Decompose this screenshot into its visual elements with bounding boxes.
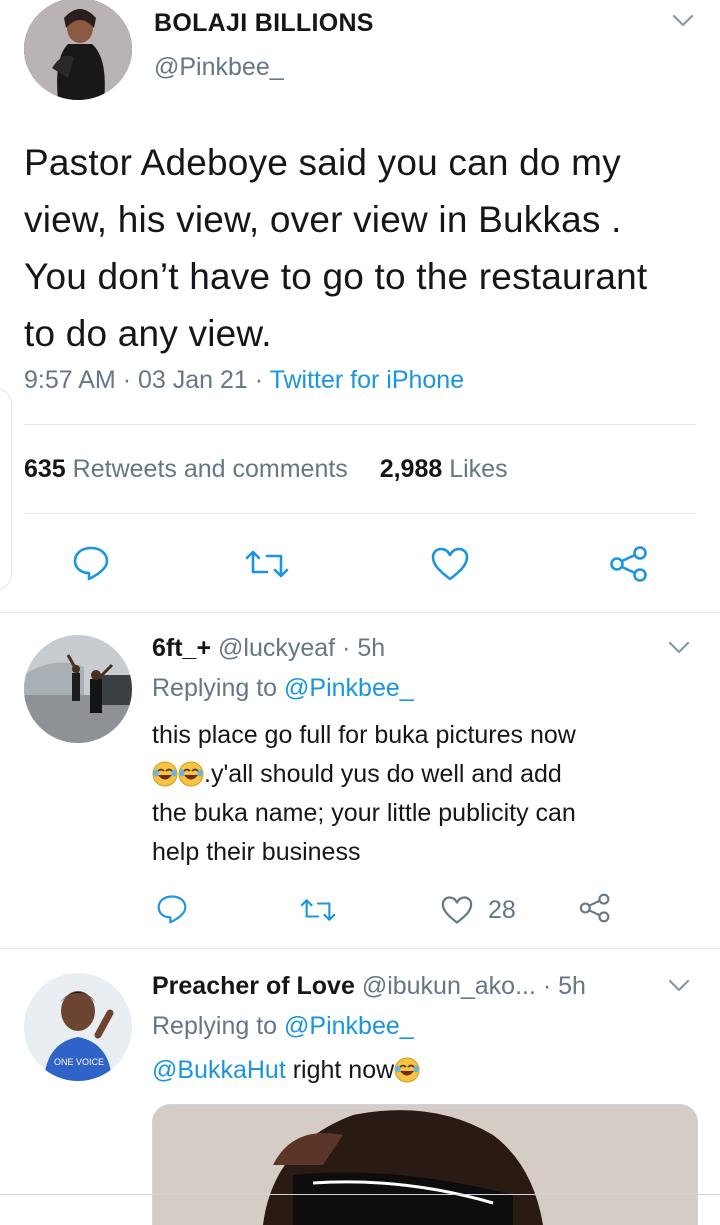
chevron-down-icon[interactable]	[672, 14, 694, 28]
reply-text-line: .y'all should yus do well and add	[152, 755, 692, 794]
reply-author-name[interactable]: Preacher of Love	[152, 972, 355, 1000]
reply-text-segment: right now	[285, 1056, 395, 1084]
reply-media-image[interactable]	[152, 1104, 698, 1225]
reply-header: Preacher of Love @ibukun_ako... · 5h	[152, 972, 586, 1001]
reply-text: @BukkaHut right now	[152, 1056, 420, 1085]
like-icon[interactable]	[440, 895, 474, 925]
likes-count[interactable]: 2,988	[380, 455, 443, 483]
divider	[24, 513, 696, 514]
replying-to: Replying to @Pinkbee_	[152, 1012, 414, 1041]
reply-mention[interactable]: @BukkaHut	[152, 1056, 286, 1084]
replying-to-prefix: Replying to	[152, 1012, 278, 1040]
share-icon[interactable]	[608, 545, 650, 583]
divider	[0, 612, 720, 613]
reply-text-line: this place go full for buka pictures now	[152, 721, 576, 749]
reply-text-segment: .y'all should yus do well and add	[204, 760, 562, 788]
reply-author-handle[interactable]: @ibukun_ako...	[362, 972, 536, 1000]
retweets-label[interactable]: Retweets and comments	[73, 455, 348, 483]
svg-text:ONE VOICE: ONE VOICE	[54, 1057, 104, 1067]
tweet-meta: 9:57 AM · 03 Jan 21 · Twitter for iPhone	[24, 366, 464, 395]
replying-to-handle[interactable]: @Pinkbee_	[284, 1012, 414, 1040]
reply-text: this place go full for buka pictures now…	[152, 716, 692, 872]
like-icon[interactable]	[430, 546, 470, 582]
reply-time: · 5h	[342, 634, 386, 662]
retweet-icon[interactable]	[300, 897, 336, 923]
chevron-down-icon[interactable]	[668, 979, 690, 993]
meta-separator: ·	[122, 366, 132, 394]
reply-author-handle[interactable]: @luckyeaf	[218, 634, 335, 662]
like-count: 28	[488, 896, 516, 924]
likes-label[interactable]: Likes	[449, 455, 507, 483]
tweet-text: Pastor Adeboye said you can do my view, …	[24, 142, 648, 354]
bottom-bar-divider	[0, 1194, 720, 1195]
reply-icon[interactable]	[156, 894, 188, 924]
tweet-stats: 635 Retweets and comments 2,988 Likes	[24, 455, 508, 484]
retweet-icon[interactable]	[245, 548, 289, 580]
author-handle[interactable]: @Pinkbee_	[154, 53, 284, 82]
laughing-emoji-icon	[152, 761, 178, 787]
divider	[0, 948, 720, 949]
laughing-emoji-icon	[394, 1057, 420, 1083]
replying-to-prefix: Replying to	[152, 674, 278, 702]
reply-text-line: help their business	[152, 838, 361, 866]
reply-header: 6ft_+ @luckyeaf · 5h	[152, 634, 385, 663]
tweet-source[interactable]: Twitter for iPhone	[270, 366, 465, 394]
reply-text-line: the buka name; your little publicity can	[152, 799, 576, 827]
author-avatar[interactable]	[24, 0, 132, 100]
left-edge-tab	[0, 388, 12, 590]
tweet-time: 9:57 AM	[24, 366, 116, 394]
meta-separator: ·	[254, 366, 264, 394]
chevron-down-icon[interactable]	[668, 641, 690, 655]
divider	[24, 424, 696, 425]
reply-avatar[interactable]	[24, 635, 132, 743]
author-name[interactable]: BOLAJI BILLIONS	[154, 9, 374, 38]
reply-time: · 5h	[542, 972, 586, 1000]
retweets-count[interactable]: 635	[24, 455, 66, 483]
share-icon[interactable]	[578, 892, 612, 924]
reply-icon[interactable]	[72, 545, 110, 581]
laughing-emoji-icon	[178, 761, 204, 787]
replying-to-handle[interactable]: @Pinkbee_	[284, 674, 414, 702]
reply-author-name[interactable]: 6ft_+	[152, 634, 211, 662]
replying-to: Replying to @Pinkbee_	[152, 674, 414, 703]
tweet-date: 03 Jan 21	[137, 366, 248, 394]
reply-avatar[interactable]: ONE VOICE	[24, 973, 132, 1081]
